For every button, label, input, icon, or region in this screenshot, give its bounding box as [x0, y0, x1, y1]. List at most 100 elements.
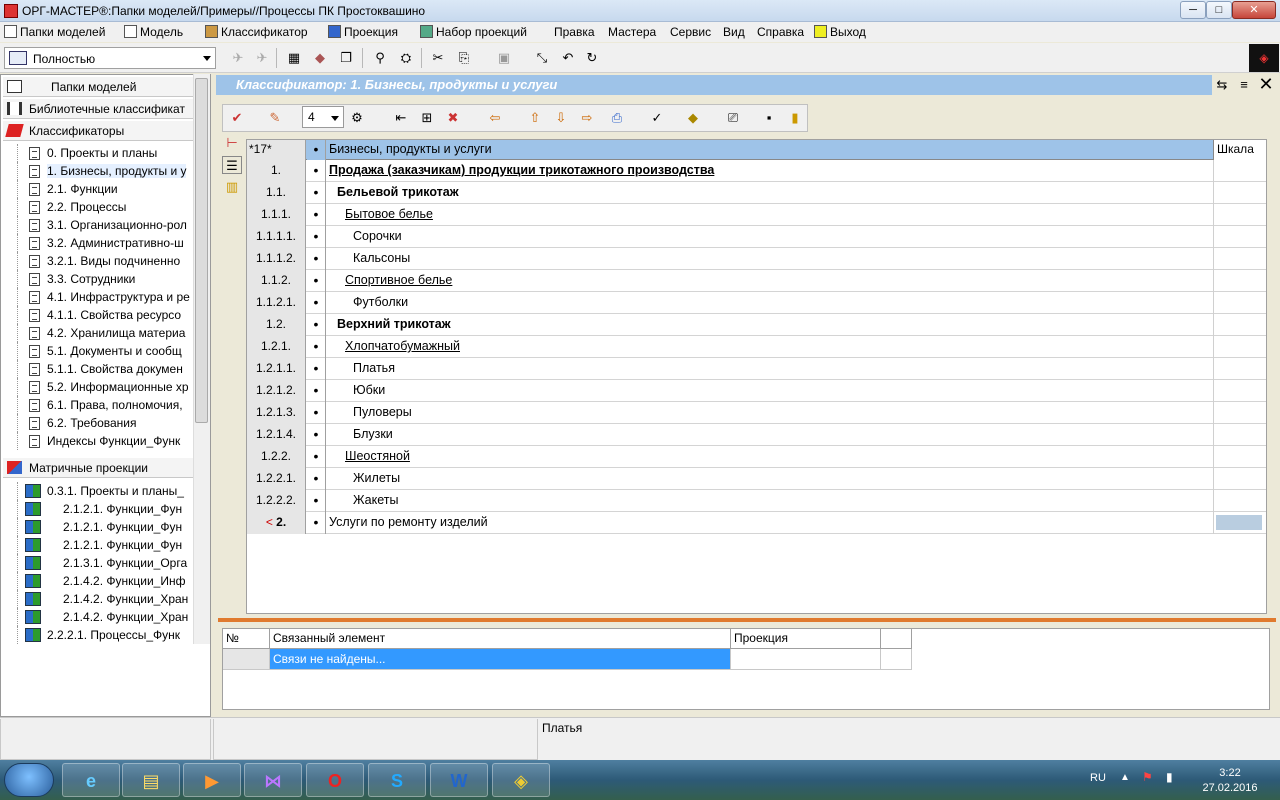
menu-view[interactable]: Вид — [723, 24, 745, 40]
tree-icon[interactable]: ▦ — [284, 49, 304, 67]
grid-row[interactable]: 1.1.1.1. • Сорочки — [247, 226, 1266, 248]
visual-studio-icon[interactable]: ⋈ — [244, 763, 302, 797]
classifier-tree-item[interactable]: 4.2. Хранилища материа — [3, 324, 193, 342]
scale-cell[interactable] — [1213, 402, 1266, 424]
scale-cell[interactable] — [1213, 314, 1266, 336]
menu-service[interactable]: Сервис — [670, 24, 711, 40]
zoom-select[interactable]: Полностью — [4, 47, 216, 69]
tool-icon-1[interactable]: ✈ — [228, 49, 248, 67]
row-name[interactable]: Продажа (заказчикам) продукции трикотажн… — [329, 160, 714, 182]
row-name[interactable]: Сорочки — [353, 226, 402, 248]
classifier-tree-item[interactable]: 3.2. Административно-ш — [3, 234, 193, 252]
opera-icon[interactable]: O — [306, 763, 364, 797]
hierarchy-icon[interactable]: ⊢ — [222, 134, 242, 152]
classifier-tree-item[interactable]: 2.1. Функции — [3, 180, 193, 198]
list-view-icon[interactable]: ☰ — [222, 156, 242, 174]
binoculars-icon[interactable]: ⛭ — [396, 49, 416, 67]
close-button[interactable]: ✕ — [1232, 1, 1276, 19]
row-name[interactable]: Кальсоны — [353, 248, 410, 270]
classifier-tree-item[interactable]: 6.2. Требования — [3, 414, 193, 432]
exit-door-icon[interactable]: ▮ — [785, 109, 805, 127]
classifier-tree-item[interactable]: Индексы Функции_Функ — [3, 432, 193, 450]
save-icon[interactable]: ▪ — [759, 109, 779, 127]
warning-icon[interactable]: ◆ — [683, 109, 703, 127]
paint-icon[interactable]: ✎ — [265, 109, 285, 127]
section-classifiers[interactable]: Классификаторы — [3, 121, 195, 141]
column-element-header[interactable]: Связанный элемент — [270, 629, 731, 649]
ie-icon[interactable]: e — [62, 763, 120, 797]
empty-links-message[interactable]: Связи не найдены... — [270, 649, 731, 670]
row-name[interactable]: Блузки — [353, 424, 393, 446]
grid-row[interactable]: 1.2.1.4. • Блузки — [247, 424, 1266, 446]
org-master-icon[interactable]: ◈ — [492, 763, 550, 797]
row-name[interactable]: Футболки — [353, 292, 408, 314]
menu-model-folders[interactable]: Папки моделей — [4, 24, 105, 40]
grid-row[interactable]: 1.1.1. • Бытовое белье — [247, 204, 1266, 226]
classifier-tree-item[interactable]: 3.1. Организационно-рол — [3, 216, 193, 234]
print-preview-icon[interactable]: ⎚ — [723, 109, 743, 127]
left-scrollbar-thumb[interactable] — [195, 78, 208, 423]
language-indicator[interactable]: RU — [1090, 772, 1106, 784]
undo-icon[interactable]: ↶ — [558, 49, 578, 67]
classifier-tool-icon[interactable]: ◆ — [310, 49, 330, 67]
scale-cell[interactable] — [1213, 292, 1266, 314]
matrix-tree-item[interactable]: 2.1.3.1. Функции_Орга — [3, 554, 193, 572]
copy-doc-icon[interactable]: ❐ — [336, 49, 356, 67]
explorer-icon[interactable]: ▤ — [122, 763, 180, 797]
scale-cell[interactable] — [1213, 204, 1266, 226]
refresh-icon[interactable]: ↻ — [582, 49, 602, 67]
row-name[interactable]: Жакеты — [353, 490, 399, 512]
menu-model[interactable]: Модель — [124, 24, 183, 40]
classifier-tree-item[interactable]: 5.1.1. Свойства докумен — [3, 360, 193, 378]
delete-rows-icon[interactable]: ✖ — [443, 109, 463, 127]
word-icon[interactable]: W — [430, 763, 488, 797]
matrix-tree-item[interactable]: 2.1.2.1. Функции_Фун — [3, 518, 193, 536]
scale-cell[interactable] — [1213, 512, 1266, 534]
cut-icon[interactable]: ✂ — [428, 49, 448, 67]
scale-cell[interactable] — [1213, 490, 1266, 512]
grid-row[interactable]: 1.2.2. • Шеостяной — [247, 446, 1266, 468]
menu-wizards[interactable]: Мастера — [608, 24, 656, 40]
row-name[interactable]: Бытовое белье — [345, 204, 433, 226]
row-name[interactable]: Жилеты — [353, 468, 400, 490]
row-name[interactable]: Хлопчатобумажный — [345, 336, 460, 358]
menu-edit[interactable]: Правка — [554, 24, 595, 40]
grid-row[interactable]: 1.2.1. • Хлопчатобумажный — [247, 336, 1266, 358]
column-projection-header[interactable]: Проекция — [731, 629, 881, 649]
arrow-right-icon[interactable]: ⇨ — [577, 109, 597, 127]
menu-projection[interactable]: Проекция — [328, 24, 398, 40]
start-button[interactable] — [4, 763, 54, 797]
matrix-tree-item[interactable]: 2.2.2.1. Процессы_Функ — [3, 626, 193, 644]
row-name[interactable]: Верхний трикотаж — [337, 314, 451, 336]
matrix-tree-item[interactable]: 2.1.2.1. Функции_Фун — [3, 536, 193, 554]
spellcheck-icon[interactable]: ✓ — [647, 109, 667, 127]
menu-classifier[interactable]: Классификатор — [205, 24, 308, 40]
search-people-icon[interactable]: ⚲ — [370, 49, 390, 67]
arrow-left-icon[interactable]: ⇦ — [485, 109, 505, 127]
section-library-classifiers[interactable]: Библиотечные классификат — [3, 99, 195, 119]
close-panel-icon[interactable]: ✕ — [1256, 75, 1276, 93]
grid-row[interactable]: 1.1.1.2. • Кальсоны — [247, 248, 1266, 270]
tray-expand-icon[interactable]: ▲ — [1120, 772, 1130, 783]
grid-row[interactable]: 1.1. • Бельевой трикотаж — [247, 182, 1266, 204]
classifier-tree-item[interactable]: 5.2. Информационные хр — [3, 378, 193, 396]
scale-cell[interactable] — [1213, 160, 1266, 182]
grid-row[interactable]: 1.2.1.1. • Платья — [247, 358, 1266, 380]
row-name[interactable]: Платья — [353, 358, 395, 380]
scale-cell[interactable] — [1213, 248, 1266, 270]
menu-projection-set[interactable]: Набор проекций — [420, 24, 527, 40]
clock[interactable]: 3:22 27.02.2016 — [1195, 766, 1265, 796]
scale-cell[interactable] — [1213, 446, 1266, 468]
classifier-tree-item[interactable]: 4.1.1. Свойства ресурсо — [3, 306, 193, 324]
scale-cell[interactable] — [1213, 358, 1266, 380]
scale-cell[interactable] — [1213, 270, 1266, 292]
scale-cell[interactable] — [1213, 226, 1266, 248]
arrow-down-icon[interactable]: ⇩ — [551, 109, 571, 127]
column-scale-header[interactable]: Шкала — [1213, 140, 1266, 160]
network-icon[interactable]: ⚑ — [1142, 770, 1153, 784]
classifier-tree-item[interactable]: 0. Проекты и планы — [3, 144, 193, 162]
grid-row[interactable]: 1.1.2.1. • Футболки — [247, 292, 1266, 314]
matrix-tree-item[interactable]: 0.3.1. Проекты и планы_ — [3, 482, 193, 500]
classifier-tree-item[interactable]: 2.2. Процессы — [3, 198, 193, 216]
grid-row[interactable]: 1.2.1.2. • Юбки — [247, 380, 1266, 402]
